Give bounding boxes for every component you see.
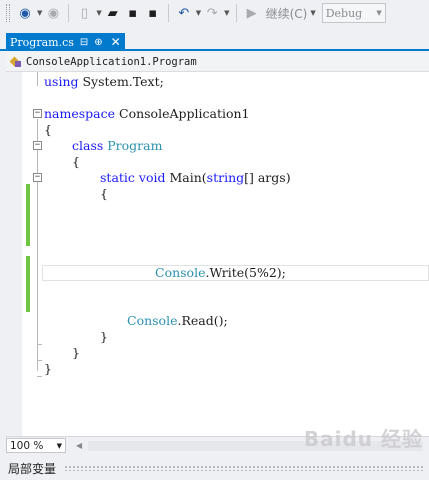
tab-title: Program.cs [10, 35, 74, 49]
code-line: static void Main(string[] args) [100, 170, 291, 186]
brace: } [44, 361, 52, 376]
method-name: Main( [165, 170, 207, 185]
chevron-down-icon[interactable]: ▼ [96, 9, 101, 17]
redo-icon[interactable]: ↷ [203, 3, 221, 23]
new-project-icon[interactable]: ▯ [75, 3, 93, 23]
panel-grip[interactable] [64, 465, 425, 471]
code-editor[interactable]: − − − using System.Text; namespace Conso… [6, 72, 429, 436]
continue-button[interactable]: 继续(C) [266, 5, 308, 22]
toolbar-separator [68, 4, 70, 22]
undo-icon[interactable]: ↶ [175, 3, 193, 23]
save-icon[interactable]: ▪ [124, 3, 142, 23]
code-line: namespace ConsoleApplication1 [44, 106, 250, 122]
preview-icon[interactable]: ⊟ [80, 37, 88, 48]
type-name: Console [127, 313, 178, 328]
type-navigation-dropdown[interactable]: ConsoleApplication1.Program [6, 53, 429, 72]
close-icon[interactable]: ✕ [111, 35, 121, 49]
solution-config-select[interactable]: Debug ▼ [321, 3, 386, 23]
editor-margin [6, 72, 22, 436]
zoom-value: 100 % [10, 439, 44, 452]
locals-panel-header[interactable]: 局部变量 [0, 456, 429, 480]
collapse-toggle[interactable]: − [33, 173, 42, 182]
code-text: .Write(5%2); [205, 265, 286, 280]
outline-tick [37, 360, 42, 361]
code-line: using System.Text; [44, 74, 164, 90]
outline-tick [37, 376, 42, 377]
brace: } [72, 345, 80, 360]
toolbar: ◉ ▼ ◉ ▯ ▼ ▰ ▪ ▪ ↶ ▼ ↷ ▼ ▶ 继续(C) ▼ Debug … [0, 0, 429, 26]
open-file-icon[interactable]: ▰ [104, 3, 122, 23]
brace: { [44, 122, 52, 137]
outline-tick [37, 344, 42, 345]
play-icon[interactable]: ▶ [243, 3, 261, 23]
brace: { [100, 186, 108, 201]
save-all-icon[interactable]: ▪ [144, 3, 162, 23]
collapse-toggle[interactable]: − [33, 141, 42, 150]
code-line: { [100, 186, 108, 202]
navigation-path: ConsoleApplication1.Program [26, 56, 197, 68]
code-line: } [100, 329, 108, 345]
panel-title: 局部变量 [8, 461, 57, 476]
chevron-down-icon[interactable]: ▼ [37, 9, 42, 17]
code-line: } [44, 361, 52, 377]
code-text: .Read(); [177, 313, 228, 328]
code-line: { [44, 122, 52, 138]
class-icon [10, 56, 22, 68]
chevron-down-icon: ▼ [56, 441, 62, 450]
code-line: Console.Write(5%2); [155, 265, 286, 281]
keyword: class [72, 138, 104, 153]
document-tab-strip: Program.cs ⊟ ⊕ ✕ [0, 26, 429, 51]
scroll-left-icon[interactable]: ◀ [76, 441, 82, 450]
tab-program-cs[interactable]: Program.cs ⊟ ⊕ ✕ [6, 33, 125, 51]
keyword: static [100, 170, 135, 185]
namespace-name: ConsoleApplication1 [115, 106, 250, 121]
code-line: Console.Read(); [127, 313, 228, 329]
outline-guide [37, 72, 38, 86]
keyword: using [44, 74, 79, 89]
watermark: Baidu 经验 [303, 427, 423, 451]
solution-config-value: Debug [325, 6, 363, 20]
forward-navigate-icon[interactable]: ◉ [44, 3, 62, 23]
chevron-down-icon[interactable]: ▼ [196, 9, 201, 17]
outline-guide [37, 119, 38, 371]
collapse-toggle[interactable]: − [33, 109, 42, 118]
code-text: System.Text; [78, 74, 164, 89]
code-text: [] args) [244, 170, 291, 185]
toolbar-separator [235, 4, 237, 22]
change-indicator [26, 184, 30, 246]
brace: } [100, 329, 108, 344]
code-line: class Program [72, 138, 162, 154]
keyword: namespace [44, 106, 116, 121]
pin-icon[interactable]: ⊕ [94, 37, 102, 48]
chevron-down-icon[interactable]: ▼ [224, 9, 229, 17]
editor-status-row: 100 % ▼ ◀ Baidu 经验 [6, 427, 429, 454]
brace: { [72, 154, 80, 169]
toolbar-grip[interactable] [6, 4, 10, 22]
code-line: } [72, 345, 80, 361]
class-name: Program [107, 138, 163, 153]
keyword: void [138, 170, 166, 185]
code-line: { [72, 154, 80, 170]
back-navigate-icon[interactable]: ◉ [16, 3, 34, 23]
change-indicator [26, 256, 30, 312]
chevron-down-icon[interactable]: ▼ [310, 9, 315, 17]
type-name: Console [155, 265, 206, 280]
zoom-select[interactable]: 100 % ▼ [6, 438, 66, 453]
toolbar-separator [167, 4, 169, 22]
keyword: string [206, 170, 245, 185]
chevron-down-icon: ▼ [376, 9, 382, 17]
